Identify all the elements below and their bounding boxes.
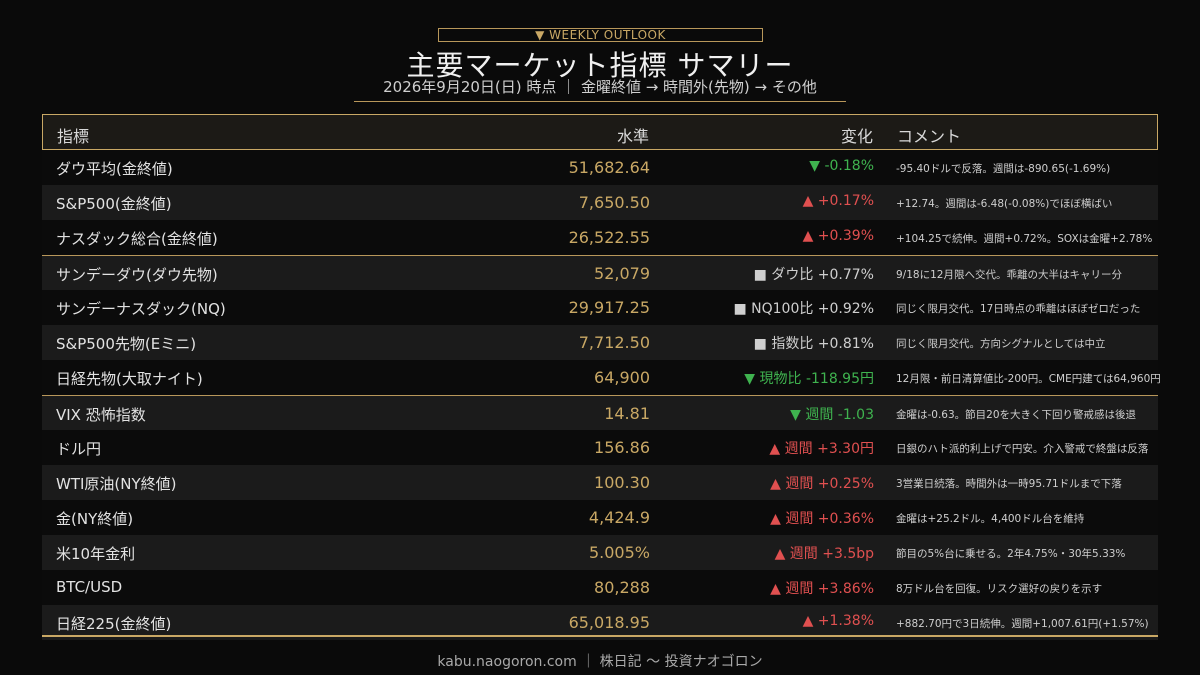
indicator-level: 7,650.50 bbox=[578, 193, 650, 212]
indicator-level: 100.30 bbox=[594, 473, 650, 492]
indicator-level: 26,522.55 bbox=[568, 228, 650, 247]
indicator-comment: +12.74。週間は-6.48(-0.08%)でほぼ横ばい bbox=[896, 198, 1113, 210]
table-row: 金(NY終値) 4,424.9 ▲ 週間 +0.36% 金曜は+25.2ドル。4,40… bbox=[42, 500, 1158, 535]
indicator-name: サンデーナスダック(NQ) bbox=[56, 300, 226, 318]
indicator-comment: 8万ドル台を回復。リスク選好の戻りを示す bbox=[896, 583, 1103, 595]
indicator-level: 7,712.50 bbox=[578, 333, 650, 352]
indicator-name: ナスダック総合(金終値) bbox=[56, 230, 218, 248]
indicator-change: ▼ 現物比 -118.95円 bbox=[744, 371, 874, 387]
indicator-comment: 節目の5%台に乗せる。2年4.75%・30年5.33% bbox=[896, 548, 1126, 560]
indicator-name: サンデーダウ(ダウ先物) bbox=[56, 266, 218, 284]
table-row: VIX 恐怖指数 14.81 ▼ 週間 -1.03 金曜は-0.63。節目20を大きく… bbox=[42, 395, 1158, 430]
indicator-comment: 金曜は-0.63。節目20を大きく下回り警戒感は後退 bbox=[896, 409, 1137, 421]
indicator-change: ▲ +0.17% bbox=[802, 193, 874, 209]
table-row: サンデーダウ(ダウ先物) 52,079 ■ ダウ比 +0.77% 9/18に12月限へ… bbox=[42, 255, 1158, 290]
indicator-comment: 9/18に12月限へ交代。乖離の大半はキャリー分 bbox=[896, 269, 1122, 281]
table-row: WTI原油(NY終値) 100.30 ▲ 週間 +0.25% 3営業日続落。時間外は一… bbox=[42, 465, 1158, 500]
indicator-name: 金(NY終値) bbox=[56, 510, 134, 528]
indicator-name: S&P500先物(Eミニ) bbox=[56, 335, 197, 353]
indicator-change: ▲ +0.39% bbox=[802, 228, 874, 244]
indicator-name: WTI原油(NY終値) bbox=[56, 475, 177, 493]
indicator-change: ▲ 週間 +3.30円 bbox=[769, 441, 874, 457]
table-row: 米10年金利 5.005% ▲ 週間 +3.5bp 節目の5%台に乗せる。2年4.75… bbox=[42, 535, 1158, 570]
indicator-comment: +104.25で続伸。週間+0.72%。SOXは金曜+2.78% bbox=[896, 233, 1153, 245]
indicator-level: 5.005% bbox=[588, 543, 650, 562]
indicator-name: S&P500(金終値) bbox=[56, 195, 172, 213]
market-indicator-table: 指標 水準 変化 コメント ダウ平均(金終値) 51,682.64 ▼ -0.18%… bbox=[42, 114, 1161, 640]
indicator-name: ドル円 bbox=[56, 440, 102, 458]
weekly-outlook-badge: ▼ WEEKLY OUTLOOK bbox=[438, 28, 763, 42]
indicator-change: ■ NQ100比 +0.92% bbox=[733, 301, 874, 317]
indicator-comment: 日銀のハト派的利上げで円安。介入警戒で終盤は反落 bbox=[896, 443, 1149, 455]
table-row: ナスダック総合(金終値) 26,522.55 ▲ +0.39% +104.25で続伸。… bbox=[42, 220, 1158, 255]
column-header-comment: コメント bbox=[897, 127, 962, 146]
indicator-level: 65,018.95 bbox=[568, 613, 650, 632]
indicator-change: ▲ 週間 +0.36% bbox=[770, 511, 874, 527]
table-row: 日経先物(大取ナイト) 64,900 ▼ 現物比 -118.95円 12月限・前日清算… bbox=[42, 360, 1161, 395]
indicator-level: 64,900 bbox=[594, 368, 650, 387]
indicator-level: 14.81 bbox=[604, 404, 650, 423]
indicator-comment: 3営業日続落。時間外は一時95.71ドルまで下落 bbox=[896, 478, 1122, 490]
indicator-comment: 同じく限月交代。17日時点の乖離はほぼゼロだった bbox=[896, 303, 1141, 315]
indicator-change: ▲ 週間 +3.5bp bbox=[774, 546, 874, 562]
indicator-level: 156.86 bbox=[594, 438, 650, 457]
column-header-level: 水準 bbox=[616, 127, 649, 146]
indicator-comment: 12月限・前日清算値比-200円。CME円建ては64,960円 bbox=[896, 373, 1161, 385]
table-row: S&P500(金終値) 7,650.50 ▲ +0.17% +12.74。週間は-6.… bbox=[42, 185, 1158, 220]
table-row: S&P500先物(Eミニ) 7,712.50 ■ 指数比 +0.81% 同じく限月交代… bbox=[42, 325, 1158, 360]
indicator-comment: -95.40ドルで反落。週間は-890.65(-1.69%) bbox=[896, 163, 1111, 175]
footer-credit: kabu.naogoron.com ｜ 株日記 〜 投資ナオゴロン bbox=[437, 654, 763, 670]
column-header-indicator: 指標 bbox=[57, 127, 90, 146]
indicator-change: ▼ 週間 -1.03 bbox=[790, 407, 874, 423]
indicator-change: ■ 指数比 +0.81% bbox=[753, 336, 874, 352]
table-row: ダウ平均(金終値) 51,682.64 ▼ -0.18% -95.40ドルで反落。週間… bbox=[42, 150, 1158, 185]
indicator-change: ▲ 週間 +3.86% bbox=[770, 581, 874, 597]
table-row: サンデーナスダック(NQ) 29,917.25 ■ NQ100比 +0.92% 同じく… bbox=[42, 290, 1158, 325]
indicator-name: 日経225(金終値) bbox=[56, 615, 172, 633]
indicator-level: 80,288 bbox=[594, 578, 650, 597]
table-bottom-border bbox=[42, 635, 1158, 637]
indicator-level: 52,079 bbox=[594, 264, 650, 283]
indicator-level: 29,917.25 bbox=[568, 298, 650, 317]
indicator-name: ダウ平均(金終値) bbox=[56, 160, 173, 178]
indicator-name: 米10年金利 bbox=[56, 545, 136, 563]
page-subtitle: 2026年9月20日(日) 時点 ｜ 金曜終値 → 時間外(先物) → その他 bbox=[354, 76, 846, 102]
indicator-name: 日経先物(大取ナイト) bbox=[56, 370, 203, 388]
indicator-comment: +882.70円で3日続伸。週間+1,007.61円(+1.57%) bbox=[896, 618, 1149, 630]
indicator-level: 51,682.64 bbox=[568, 158, 650, 177]
table-body: ダウ平均(金終値) 51,682.64 ▼ -0.18% -95.40ドルで反落。週間… bbox=[42, 150, 1161, 640]
indicator-change: ▲ 週間 +0.25% bbox=[770, 476, 874, 492]
indicator-name: VIX 恐怖指数 bbox=[56, 406, 146, 424]
indicator-level: 4,424.9 bbox=[588, 508, 650, 527]
indicator-change: ▲ +1.38% bbox=[802, 613, 874, 629]
table-header: 指標 水準 変化 コメント bbox=[42, 114, 1158, 150]
indicator-change: ▼ -0.18% bbox=[809, 158, 874, 174]
column-header-change: 変化 bbox=[840, 127, 873, 146]
indicator-comment: 金曜は+25.2ドル。4,400ドル台を維持 bbox=[896, 513, 1085, 525]
table-row: ドル円 156.86 ▲ 週間 +3.30円 日銀のハト派的利上げで円安。介入警戒で終… bbox=[42, 430, 1158, 465]
indicator-change: ■ ダウ比 +0.77% bbox=[753, 267, 874, 283]
indicator-name: BTC/USD bbox=[56, 578, 123, 596]
table-row: BTC/USD 80,288 ▲ 週間 +3.86% 8万ドル台を回復。リスク選好の戻… bbox=[42, 570, 1158, 605]
indicator-comment: 同じく限月交代。方向シグナルとしては中立 bbox=[896, 338, 1106, 350]
